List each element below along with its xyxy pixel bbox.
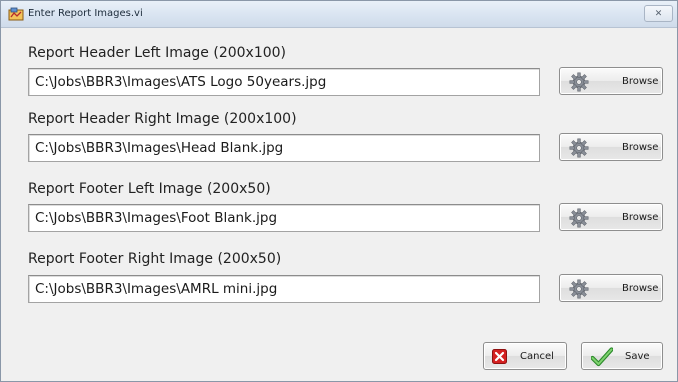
gear-icon bbox=[569, 72, 589, 92]
title-bar[interactable]: Enter Report Images.vi ✕ bbox=[1, 1, 677, 28]
save-button-label: Save bbox=[625, 351, 650, 362]
footer-right-image-label: Report Footer Right Image (200x50) bbox=[28, 251, 282, 267]
close-icon: ✕ bbox=[654, 8, 663, 19]
header-left-browse-button[interactable]: Browse bbox=[559, 67, 663, 95]
save-button[interactable]: Save bbox=[581, 342, 663, 370]
red-x-icon bbox=[492, 349, 507, 364]
header-right-image-label: Report Header Right Image (200x100) bbox=[28, 111, 297, 127]
dialog-window: Enter Report Images.vi ✕ Report Header L… bbox=[0, 0, 678, 382]
gear-icon bbox=[569, 208, 589, 228]
browse-button-label: Browse bbox=[622, 212, 659, 223]
browse-button-label: Browse bbox=[622, 142, 659, 153]
gear-icon bbox=[569, 279, 589, 299]
gear-icon bbox=[569, 138, 589, 158]
green-checkmark-icon bbox=[591, 347, 613, 367]
header-left-image-label: Report Header Left Image (200x100) bbox=[28, 45, 287, 61]
browse-button-label: Browse bbox=[622, 283, 659, 294]
browse-button-label: Browse bbox=[622, 76, 659, 87]
header-left-image-path-input[interactable]: C:\Jobs\BBR3\Images\ATS Logo 50years.jpg bbox=[28, 68, 540, 96]
cancel-button[interactable]: Cancel bbox=[483, 342, 567, 370]
window-title: Enter Report Images.vi bbox=[28, 8, 143, 19]
header-right-browse-button[interactable]: Browse bbox=[559, 133, 663, 161]
close-button[interactable]: ✕ bbox=[644, 5, 673, 22]
footer-right-browse-button[interactable]: Browse bbox=[559, 274, 663, 302]
footer-left-browse-button[interactable]: Browse bbox=[559, 203, 663, 231]
footer-left-image-path-input[interactable]: C:\Jobs\BBR3\Images\Foot Blank.jpg bbox=[28, 204, 540, 232]
app-icon bbox=[8, 7, 24, 21]
header-right-image-path-input[interactable]: C:\Jobs\BBR3\Images\Head Blank.jpg bbox=[28, 134, 540, 162]
footer-left-image-label: Report Footer Left Image (200x50) bbox=[28, 181, 271, 197]
footer-right-image-path-input[interactable]: C:\Jobs\BBR3\Images\AMRL mini.jpg bbox=[28, 275, 540, 303]
cancel-button-label: Cancel bbox=[520, 351, 554, 362]
